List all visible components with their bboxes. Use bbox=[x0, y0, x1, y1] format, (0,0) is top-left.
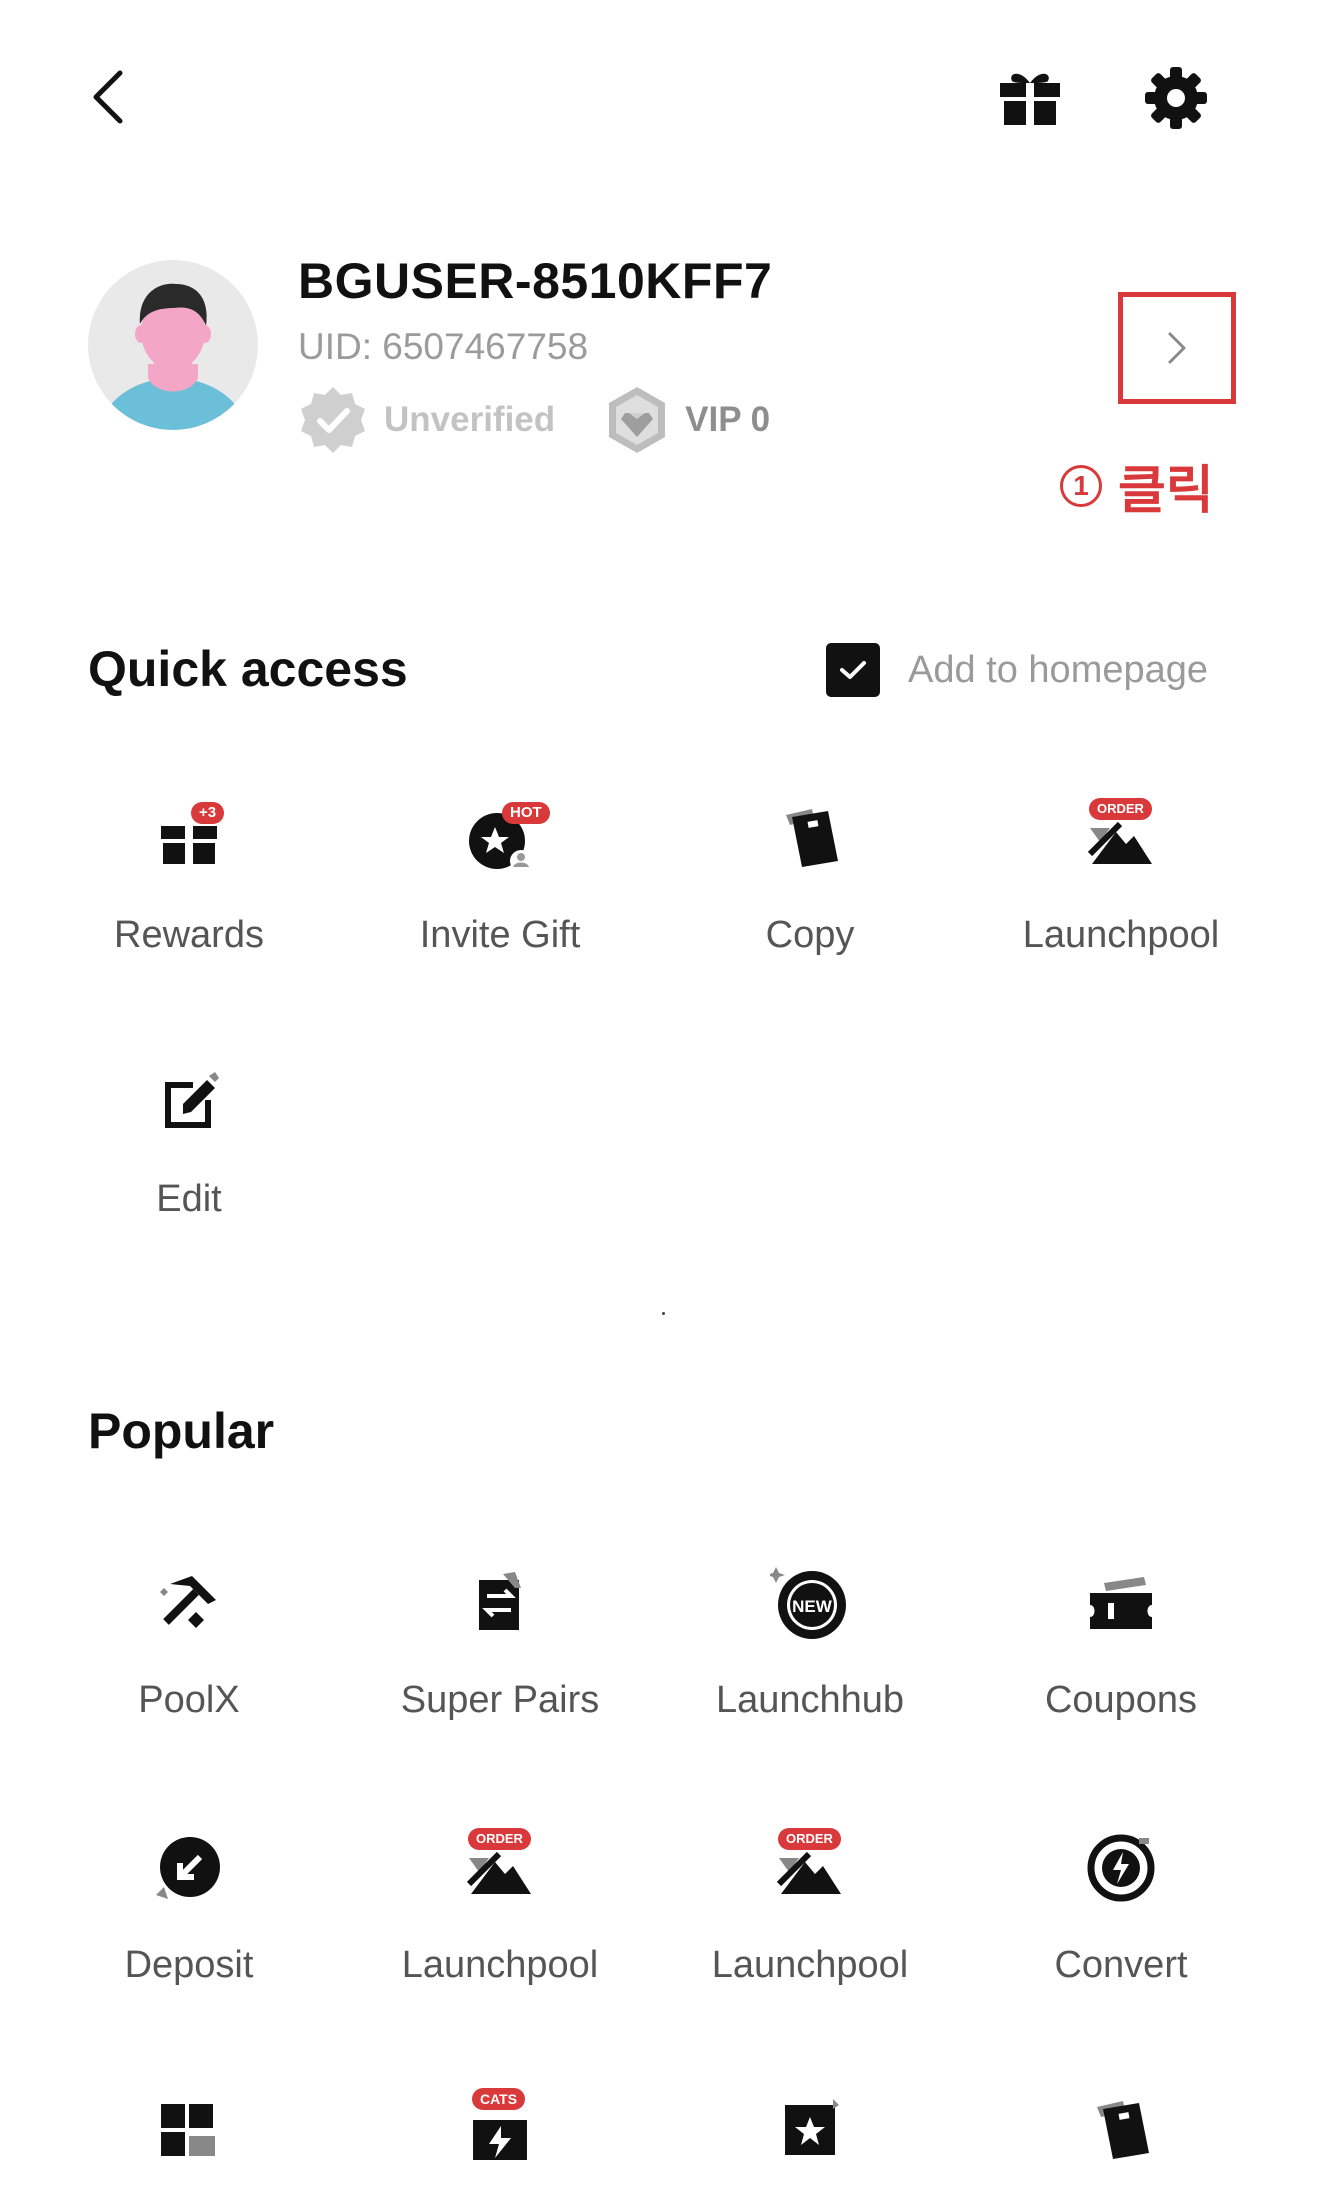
rewards-icon: +3 bbox=[139, 788, 239, 888]
tile-label: Launchpool bbox=[711, 1944, 909, 1986]
popular-item-grid[interactable] bbox=[34, 2080, 344, 2209]
top-bar bbox=[0, 0, 1320, 190]
tile-label: Rewards bbox=[114, 914, 264, 956]
quick-access-item-launchpool[interactable]: ORDER Launchpool bbox=[966, 788, 1276, 988]
annotation-number: 1 bbox=[1060, 464, 1102, 507]
popular-item-deposit[interactable]: Deposit bbox=[34, 1818, 344, 2018]
popular-item-launchpool-1[interactable]: ORDER Launchpool bbox=[345, 1818, 655, 2018]
add-to-homepage-checkbox[interactable] bbox=[826, 643, 880, 697]
gift-icon bbox=[1000, 73, 1060, 125]
popular-item-convert[interactable]: Convert bbox=[966, 1818, 1276, 2018]
chevron-right-icon bbox=[1168, 332, 1186, 364]
tile-label: Launchhub bbox=[715, 1679, 905, 1721]
invite-gift-icon: HOT bbox=[450, 788, 550, 888]
click-annotation: 1 클릭 bbox=[1060, 448, 1214, 523]
vip-diamond-icon bbox=[609, 387, 666, 453]
tile-label: Launchpool bbox=[401, 1944, 599, 1986]
popular-item-super-pairs[interactable]: Super Pairs bbox=[345, 1553, 655, 1753]
profile-detail-button[interactable] bbox=[1118, 292, 1236, 404]
annotation-text: 클릭 bbox=[1118, 462, 1214, 520]
badge: ORDER bbox=[468, 1828, 531, 1850]
verification-label: Unverified bbox=[384, 400, 556, 439]
tile-label: Super Pairs bbox=[400, 1679, 600, 1721]
stray-dot bbox=[662, 1312, 665, 1315]
gift-button[interactable] bbox=[990, 62, 1070, 132]
quick-access-item-edit[interactable]: Edit bbox=[34, 1052, 344, 1252]
launchhub-icon: NEW bbox=[760, 1553, 860, 1653]
add-to-homepage-label: Add to homepage bbox=[908, 648, 1209, 691]
cats-icon: CATS bbox=[450, 2080, 550, 2180]
tile-label: Edit bbox=[156, 1178, 222, 1220]
gear-icon bbox=[1145, 67, 1207, 129]
edit-icon bbox=[139, 1052, 239, 1152]
chevron-left-icon bbox=[93, 70, 123, 124]
badge: NEW bbox=[792, 1597, 833, 1616]
launchpool-icon: ORDER bbox=[450, 1818, 550, 1918]
vip-label: VIP 0 bbox=[685, 400, 771, 439]
grid-icon bbox=[139, 2080, 239, 2180]
verification-badge[interactable]: Unverified bbox=[298, 385, 555, 455]
badge-row: Unverified VIP 0 bbox=[298, 385, 770, 455]
popular-item-poolx[interactable]: PoolX bbox=[34, 1553, 344, 1753]
settings-button[interactable] bbox=[1136, 58, 1216, 138]
badge: ORDER bbox=[1089, 798, 1152, 820]
tile-label: Invite Gift bbox=[419, 914, 581, 956]
add-to-homepage-toggle[interactable]: Add to homepage bbox=[826, 640, 1208, 700]
badge: +3 bbox=[191, 802, 225, 824]
user-avatar-icon bbox=[98, 283, 248, 430]
convert-icon bbox=[1071, 1818, 1171, 1918]
vip-badge[interactable]: VIP 0 bbox=[605, 385, 770, 455]
popular-item-launchhub[interactable]: NEW Launchhub bbox=[655, 1553, 965, 1753]
back-button[interactable] bbox=[78, 62, 138, 132]
quick-access-item-invite-gift[interactable]: HOT Invite Gift bbox=[345, 788, 655, 988]
quick-access-item-copy[interactable]: Copy bbox=[655, 788, 965, 988]
copy-icon bbox=[760, 788, 860, 888]
star-card-icon bbox=[760, 2080, 860, 2180]
deposit-icon bbox=[139, 1818, 239, 1918]
popular-title: Popular bbox=[88, 1403, 275, 1459]
badge: CATS bbox=[472, 2088, 526, 2110]
tile-label: Deposit bbox=[124, 1944, 254, 1986]
tile-label: Launchpool bbox=[1022, 914, 1220, 956]
tile-label: Copy bbox=[765, 914, 855, 956]
badge: ORDER bbox=[778, 1828, 841, 1850]
avatar[interactable] bbox=[88, 260, 258, 430]
quick-access-item-rewards[interactable]: +3 Rewards bbox=[34, 788, 344, 988]
popular-item-star-card[interactable] bbox=[655, 2080, 965, 2209]
username: BGUSER-8510KFF7 bbox=[298, 253, 773, 309]
copy-icon bbox=[1071, 2080, 1171, 2180]
tile-label: Convert bbox=[1054, 1944, 1188, 1986]
popular-item-launchpool-2[interactable]: ORDER Launchpool bbox=[655, 1818, 965, 2018]
super-pairs-icon bbox=[450, 1553, 550, 1653]
poolx-icon bbox=[139, 1553, 239, 1653]
popular-item-copy[interactable] bbox=[966, 2080, 1276, 2209]
tile-label: PoolX bbox=[138, 1679, 240, 1721]
profile-card: BGUSER-8510KFF7 UID: 6507467758 Unverifi… bbox=[0, 240, 1320, 540]
checkmark-icon bbox=[840, 661, 866, 679]
badge: HOT bbox=[502, 802, 550, 824]
launchpool-icon: ORDER bbox=[760, 1818, 860, 1918]
verified-seal-icon bbox=[301, 387, 365, 453]
popular-item-coupons[interactable]: Coupons bbox=[966, 1553, 1276, 1753]
user-id: UID: 6507467758 bbox=[298, 326, 589, 367]
coupons-icon bbox=[1071, 1553, 1171, 1653]
quick-access-title: Quick access bbox=[88, 641, 408, 697]
tile-label: Coupons bbox=[1044, 1679, 1198, 1721]
popular-item-cats[interactable]: CATS bbox=[345, 2080, 655, 2209]
launchpool-icon: ORDER bbox=[1071, 788, 1171, 888]
